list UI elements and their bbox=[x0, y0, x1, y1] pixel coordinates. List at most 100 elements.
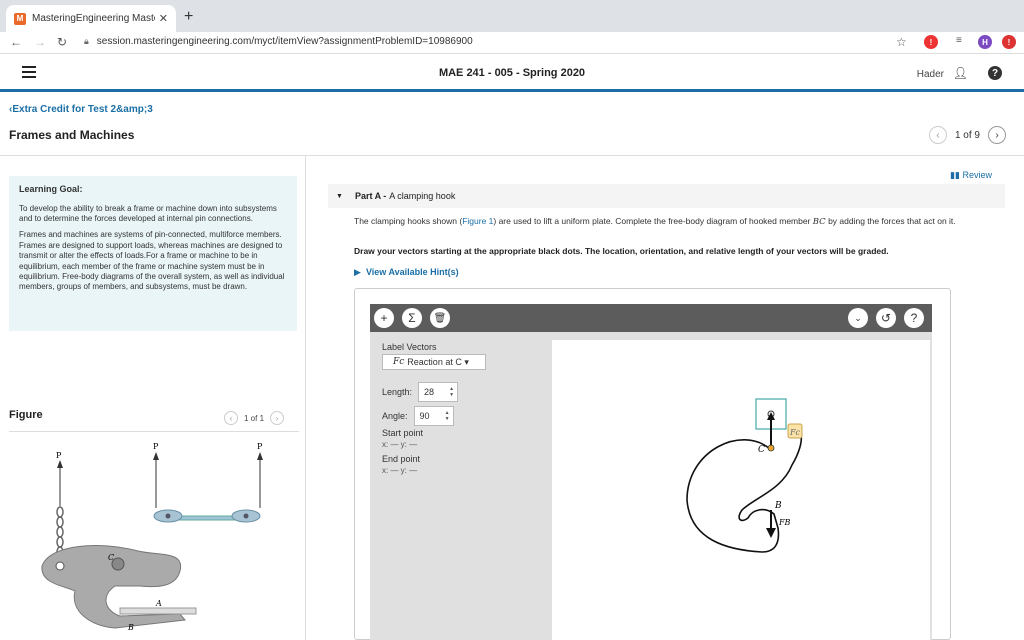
length-value: 28 bbox=[424, 387, 435, 397]
length-label: Length: bbox=[382, 387, 413, 397]
figure-1-link[interactable]: Figure 1 bbox=[462, 216, 493, 226]
forward-icon[interactable]: → bbox=[34, 35, 46, 49]
figure-label: Figure bbox=[9, 409, 43, 421]
user-icon[interactable]: 👤︎ bbox=[953, 66, 968, 80]
review-link[interactable]: ▮▮ Review bbox=[950, 170, 992, 181]
figure-divider bbox=[9, 431, 299, 432]
start-point-label: Start point bbox=[382, 428, 424, 438]
angle-value: 90 bbox=[419, 411, 430, 421]
label-vectors-heading: Label Vectors bbox=[382, 342, 437, 352]
help-icon[interactable]: ? bbox=[988, 66, 1002, 80]
hint-link[interactable]: ▶ View Available Hint(s) bbox=[354, 267, 459, 278]
vector-drawing-tool: + Σ 🗑︎ ⌄ ↺ ? Label Vectors Fc Reaction a… bbox=[354, 288, 951, 640]
sum-icon[interactable]: Σ bbox=[402, 308, 422, 328]
chevron-down-icon[interactable]: ⌄ bbox=[848, 308, 868, 328]
browser-tab-strip: M MasteringEngineering Masterin ✕ + bbox=[0, 0, 1024, 32]
extension-red-icon[interactable]: ! bbox=[1002, 35, 1016, 49]
next-figure-button[interactable]: › bbox=[270, 411, 285, 425]
collapse-triangle-icon[interactable]: ▼ bbox=[336, 193, 343, 200]
figure-b-label: B bbox=[127, 623, 134, 632]
bookmark-star-icon[interactable]: ☆ bbox=[896, 35, 907, 49]
angle-label: Angle: bbox=[382, 411, 408, 421]
app-header: MAE 241 - 005 - Spring 2020 Hader 👤︎ ? bbox=[0, 56, 1024, 92]
course-title: MAE 241 - 005 - Spring 2020 bbox=[438, 67, 586, 79]
prev-item-button[interactable]: ‹ bbox=[928, 126, 947, 144]
close-tab-icon[interactable]: ✕ bbox=[159, 12, 168, 25]
vector-label-select[interactable]: Fc Reaction at C ▾ bbox=[382, 354, 486, 370]
hook-free-body-diagram: C Fc B FB bbox=[686, 398, 803, 553]
reset-icon[interactable]: ↺ bbox=[876, 308, 896, 328]
learning-goal-text: To develop the ability to break a frame … bbox=[19, 203, 277, 224]
figure-pager-text: 1 of 1 bbox=[244, 413, 265, 423]
learning-goal-heading: Learning Goal: bbox=[19, 184, 83, 194]
learning-goal-box: Learning Goal: To develop the ability to… bbox=[9, 176, 297, 331]
stepper-icon[interactable]: ▲ ▼ bbox=[445, 410, 450, 422]
clamping-hook-figure: P C A B P P bbox=[41, 442, 263, 632]
part-prefix: Part A - bbox=[354, 191, 387, 201]
end-point-coords: x: — y: — bbox=[382, 466, 418, 475]
length-input[interactable]: 28 ▲ ▼ bbox=[418, 382, 459, 402]
site-favicon-icon: M bbox=[14, 12, 26, 25]
canvas-fc-label: Fc bbox=[789, 428, 801, 437]
new-tab-icon[interactable]: + bbox=[184, 8, 193, 26]
prev-figure-button[interactable]: ‹ bbox=[224, 411, 238, 425]
left-column: Learning Goal: To develop the ability to… bbox=[0, 156, 306, 640]
lock-icon: 🔒︎ bbox=[84, 36, 89, 46]
review-icon: ▮▮ bbox=[950, 170, 960, 180]
extension-shield-icon[interactable]: ! bbox=[924, 35, 938, 49]
point-c-dot[interactable] bbox=[767, 444, 775, 452]
tool-panel: Label Vectors Fc Reaction at C ▾ Length:… bbox=[370, 332, 932, 640]
desc-text-3: by adding the forces that act on it. bbox=[825, 216, 956, 226]
figure-p-label-2: P bbox=[153, 442, 159, 451]
hint-label: View Available Hint(s) bbox=[365, 267, 459, 277]
part-title: A clamping hook bbox=[389, 191, 456, 201]
browser-tab[interactable]: M MasteringEngineering Masterin ✕ bbox=[6, 5, 176, 32]
desc-text-2: ) are used to lift a uniform plate. Comp… bbox=[493, 216, 813, 226]
next-item-button[interactable]: › bbox=[988, 126, 1006, 144]
trash-icon[interactable]: 🗑︎ bbox=[430, 308, 450, 328]
stepper-icon[interactable]: ▲ ▼ bbox=[449, 386, 454, 398]
part-a-header[interactable]: ▼ Part A - A clamping hook bbox=[328, 184, 1005, 208]
breadcrumb[interactable]: ‹Extra Credit for Test 2&amp;3 bbox=[9, 104, 153, 115]
figure-c-label: C bbox=[108, 553, 114, 562]
figure-a-label: A bbox=[155, 599, 162, 608]
profile-h-icon[interactable]: H bbox=[978, 35, 992, 49]
figure-p-label-1: P bbox=[56, 451, 62, 460]
item-pager: ‹ 1 of 9 › bbox=[928, 126, 1006, 144]
breadcrumb-label: Extra Credit for Test 2&amp;3 bbox=[12, 104, 153, 115]
angle-row: Angle: 90 ▲ ▼ bbox=[382, 406, 454, 426]
add-vector-icon[interactable]: + bbox=[374, 308, 394, 328]
figure-p-label-3: P bbox=[257, 442, 263, 451]
tab-title: MasteringEngineering Masterin bbox=[32, 13, 155, 24]
instruction-text: Draw your vectors starting at the approp… bbox=[354, 246, 889, 256]
page-title: Frames and Machines bbox=[9, 128, 135, 142]
dropdown-caret-icon: ▾ bbox=[464, 356, 469, 367]
vector-symbol: Fc bbox=[393, 357, 405, 367]
user-name[interactable]: Hader bbox=[917, 69, 944, 80]
reload-icon[interactable]: ↻ bbox=[57, 35, 67, 49]
canvas-c-label: C bbox=[758, 445, 765, 455]
address-bar: ← → ↻ 🔒︎ session.masteringengineering.com… bbox=[0, 32, 1024, 54]
review-label: Review bbox=[962, 170, 992, 180]
start-point-coords: x: — y: — bbox=[382, 440, 418, 449]
url-field[interactable]: 🔒︎ session.masteringengineering.com/myct/… bbox=[84, 36, 473, 47]
hint-triangle-icon: ▶ bbox=[354, 267, 361, 277]
canvas-b-label: B bbox=[774, 501, 782, 511]
url-text: session.masteringengineering.com/myct/it… bbox=[96, 36, 473, 47]
end-point-label: End point bbox=[382, 454, 421, 464]
learning-goal-body: Frames and machines are systems of pin-c… bbox=[19, 230, 285, 292]
back-icon[interactable]: ← bbox=[10, 35, 22, 49]
pager-text: 1 of 9 bbox=[954, 129, 980, 141]
desc-text-1: The clamping hooks shown ( bbox=[354, 216, 463, 226]
member-bc-var: BC bbox=[812, 217, 826, 227]
reader-icon[interactable]: ≡ bbox=[956, 35, 962, 46]
canvas-fb-label: FB bbox=[778, 518, 791, 527]
problem-description: The clamping hooks shown (Figure 1) are … bbox=[354, 216, 1008, 228]
help-circle-icon[interactable]: ? bbox=[904, 308, 924, 328]
figure-pager: ‹ 1 of 1 › bbox=[224, 411, 285, 425]
length-row: Length: 28 ▲ ▼ bbox=[382, 382, 459, 402]
drawing-canvas[interactable]: C Fc B FB bbox=[552, 340, 930, 640]
angle-input[interactable]: 90 ▲ ▼ bbox=[413, 406, 454, 426]
tool-toolbar: + Σ 🗑︎ ⌄ ↺ ? bbox=[370, 304, 932, 332]
vector-label-text: Reaction at C bbox=[407, 357, 462, 367]
